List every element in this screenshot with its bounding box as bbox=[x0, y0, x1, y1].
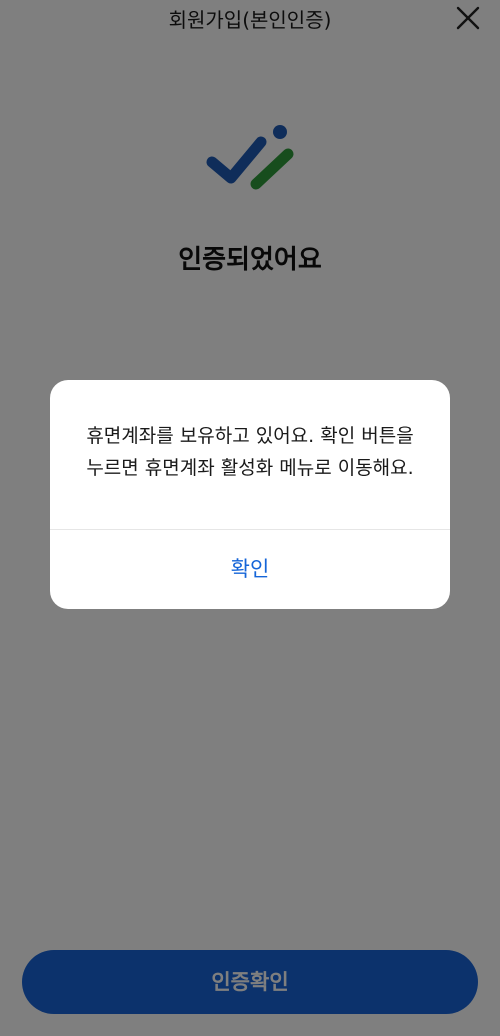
dialog-message: 휴면계좌를 보유하고 있어요. 확인 버튼을 누르면 휴면계좌 활성화 메뉴로 … bbox=[86, 425, 414, 479]
dormant-account-dialog: 휴면계좌를 보유하고 있어요. 확인 버튼을 누르면 휴면계좌 활성화 메뉴로 … bbox=[50, 380, 450, 609]
dialog-confirm-button[interactable]: 확인 bbox=[50, 530, 450, 609]
